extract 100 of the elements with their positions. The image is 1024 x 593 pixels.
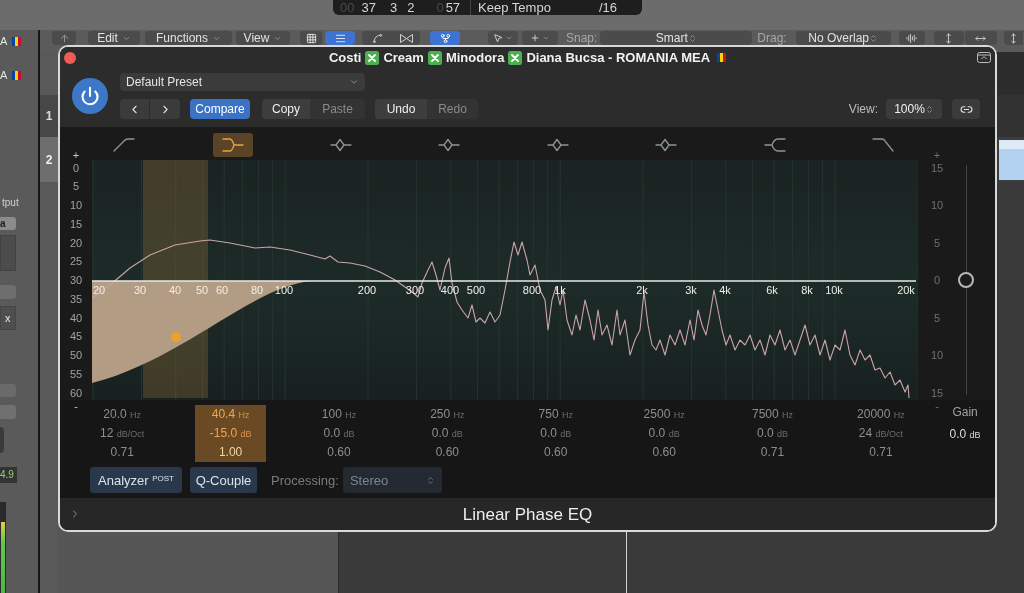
output-label: tput [1,197,20,208]
window-title-text: Minodora [445,48,505,67]
db-scale-label: 60 [69,385,83,401]
menu-button[interactable]: Functions [145,31,232,45]
window-title-text: Cream [383,48,424,67]
band-q: 1.00 [218,444,243,461]
bowtie-tool-button[interactable] [392,31,420,45]
track-number[interactable]: 1 [40,95,58,137]
pointer-tool-button[interactable] [488,31,518,45]
band-gain: 0.0 dB [648,425,680,442]
scale-minus-sign: - [935,402,939,411]
view-toggle-button[interactable] [325,31,355,45]
compare-button[interactable]: Compare [190,99,250,119]
band-q: 0.60 [435,444,460,461]
grid-icon [305,32,317,44]
link-button[interactable] [952,99,980,119]
time-division[interactable]: /16 [598,1,617,14]
band-frequency: 20000 Hz [857,406,905,423]
previous-button[interactable] [120,99,150,119]
close-button[interactable] [64,51,76,64]
inspector-button[interactable]: x [0,306,16,330]
audio-region[interactable] [999,139,1024,180]
band-handle[interactable] [171,332,181,342]
band-gain: 24 dB/Oct [858,425,904,442]
gain-slider-thumb[interactable] [958,272,974,288]
menu-button[interactable]: View [236,31,290,45]
view-toggle-button[interactable] [300,31,322,45]
db-scale-label: 40 [69,310,83,326]
frequency-label: 10k [825,284,843,296]
power-icon [80,86,100,106]
zoom-dropdown[interactable]: 100% [886,99,942,119]
plugin-name: Linear Phase EQ [462,505,593,523]
band-gain: 0.0 dB [431,425,463,442]
clipboard-button[interactable]: Copy [262,99,310,119]
high-cut-icon [871,138,894,152]
db-scale-label: 35 [69,291,83,307]
snap-dropdown[interactable]: Smart [600,31,753,45]
horizontal-zoom-button[interactable] [964,31,997,45]
plus-tool-button[interactable] [522,31,558,45]
frequency-label: 6k [766,284,778,296]
menu-button[interactable]: Edit [88,31,140,45]
level-readout: 4.9 [0,467,17,483]
snap-label: Snap: [566,31,598,45]
db-scale-label: 10 [69,198,83,213]
lcd-digits: 37 [361,1,376,14]
drag-label: Drag: [757,31,787,45]
tempo-mode[interactable]: Keep Tempo [470,0,551,15]
band-frequency: 100 Hz [321,406,357,423]
band-type-button[interactable] [212,133,253,157]
band-q: 0.60 [544,444,568,461]
band-frequency: 2500 Hz [643,406,685,423]
low-cut-icon [113,138,136,152]
window-title-text: Costi [328,48,362,67]
power-button[interactable] [72,78,108,114]
drag-dropdown[interactable]: No Overlap [795,31,891,45]
inspector-field[interactable] [0,235,16,271]
lcd-digits: 2 [407,1,415,14]
preset-dropdown[interactable]: Default Preset [120,73,365,91]
band-q: 0.60 [327,444,351,461]
bell-icon [438,138,461,152]
up-arrow-icon [58,32,70,44]
scale-minus-sign: - [74,402,78,411]
track-number[interactable]: 2 [40,137,58,182]
band-frequency: 750 Hz [538,406,573,423]
list-icon [334,32,346,44]
gain-scale-label: 15 [930,385,944,401]
frequency-label: 80 [250,284,264,296]
q-couple-button[interactable]: Q-Couple [190,467,257,493]
lcd-digits: 3 [389,1,398,14]
up-button[interactable] [52,31,76,45]
db-scale-label: 0 [72,160,80,176]
gain-value[interactable]: 0.0 dB [949,427,981,442]
gain-slider[interactable] [958,165,974,395]
next-button[interactable] [150,99,180,119]
catch-button[interactable] [430,31,460,45]
fork-icon [439,32,451,44]
output-dropdown[interactable]: a [0,217,16,230]
band-frequency: 20.0 Hz [103,406,142,423]
chevron-down-icon [349,77,359,87]
analyzer-button[interactable]: Analyzer $^{POST}$ [90,467,182,493]
vertical-zoom-button[interactable] [933,31,964,45]
low-shelf-icon [221,138,244,152]
plus-icon [530,33,540,43]
frequency-label: 50 [195,284,209,296]
history-button[interactable]: Undo [375,99,427,119]
band-q: 0.71 [869,444,893,461]
waveform-button[interactable] [898,31,925,45]
up-down-chevron-icon [687,33,697,43]
flag-icon [12,70,22,80]
band-gain: 0.0 dB [757,425,789,442]
gain-scale-label: 5 [933,235,941,251]
gain-scale-label: 10 [930,348,944,363]
window-title-text: Diana Bucsa - ROMANIA MEA [526,48,711,67]
curve-tool-button[interactable] [362,31,392,45]
frequency-label: 4k [719,284,731,296]
bell-icon [655,138,678,152]
vertical-zoom-button[interactable] [1003,31,1023,45]
db-scale-label: 15 [69,216,83,232]
window-icon[interactable] [977,52,991,63]
frequency-label: 20 [92,284,106,296]
